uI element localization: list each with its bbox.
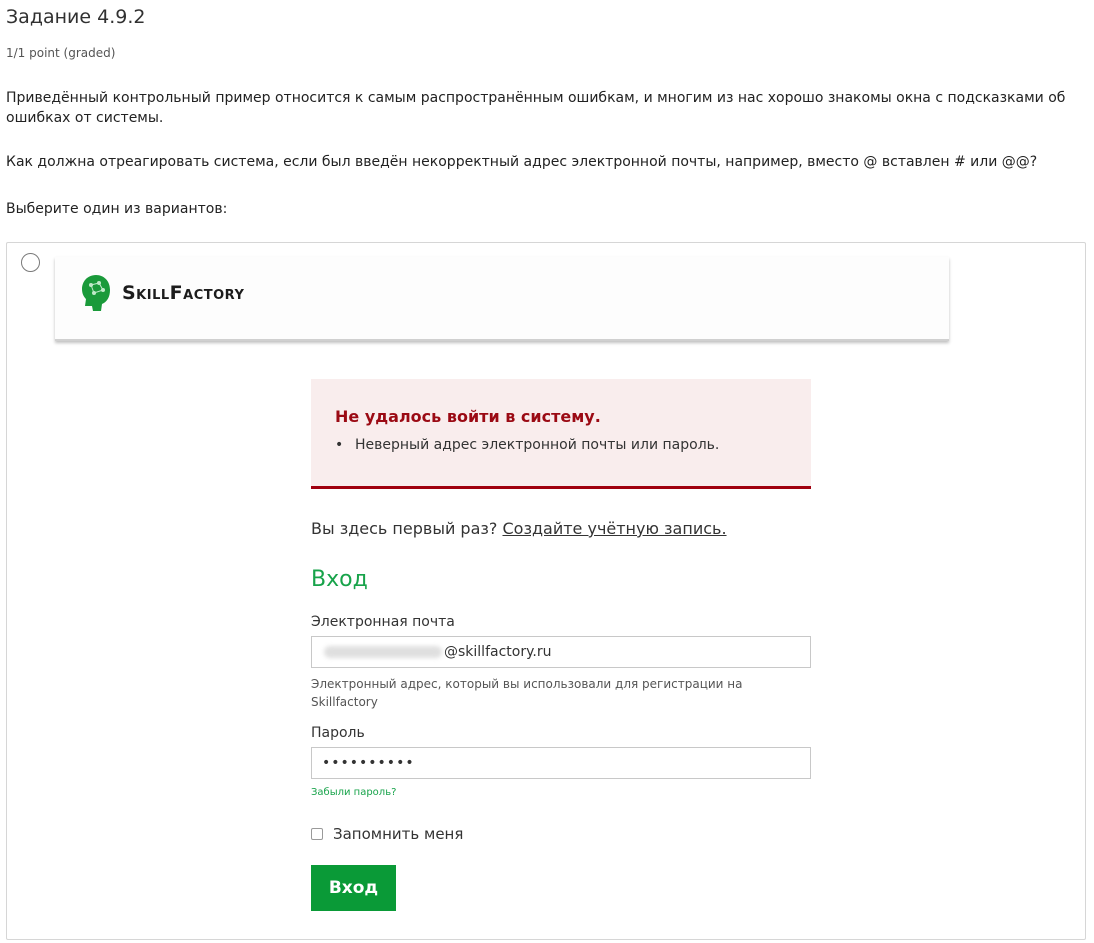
error-title: Не удалось войти в систему. bbox=[335, 407, 601, 426]
question-paragraph-1: Приведённый контрольный пример относится… bbox=[6, 90, 1066, 126]
points-label: 1/1 point (graded) bbox=[6, 46, 116, 60]
error-list-item: • Неверный адрес электронной почты или па… bbox=[335, 437, 719, 453]
password-label: Пароль bbox=[311, 725, 365, 741]
login-heading: Вход bbox=[311, 567, 368, 592]
password-field[interactable]: •••••••••• bbox=[311, 747, 811, 779]
first-time-line: Вы здесь первый раз? Создайте учётную за… bbox=[311, 519, 727, 538]
login-button[interactable]: Вход bbox=[311, 865, 396, 911]
email-hint: Электронный адрес, который вы использова… bbox=[311, 677, 743, 709]
remember-label: Запомнить меня bbox=[333, 825, 464, 843]
blurred-username bbox=[324, 646, 442, 658]
bullet: • bbox=[335, 437, 344, 453]
email-label: Электронная почта bbox=[311, 614, 455, 630]
option-radio[interactable] bbox=[21, 253, 40, 272]
option-screenshot: SkillFactory Не удалось войти в систему.… bbox=[55, 257, 949, 937]
task-title: Задание 4.9.2 bbox=[6, 6, 146, 28]
skillfactory-logo: SkillFactory bbox=[79, 271, 244, 315]
error-alert: Не удалось войти в систему. • Неверный ад… bbox=[311, 379, 811, 489]
forgot-password-link[interactable]: Забыли пароль? bbox=[311, 787, 396, 798]
email-value-domain: @skillfactory.ru bbox=[444, 644, 552, 660]
create-account-link[interactable]: Создайте учётную запись. bbox=[502, 519, 726, 538]
logo-text: SkillFactory bbox=[122, 282, 245, 304]
remember-checkbox[interactable] bbox=[311, 828, 323, 840]
answer-option[interactable]: SkillFactory Не удалось войти в систему.… bbox=[6, 242, 1086, 940]
error-message: Неверный адрес электронной почты или пар… bbox=[355, 437, 720, 453]
email-field[interactable]: @skillfactory.ru bbox=[311, 636, 811, 668]
remember-me[interactable]: Запомнить меня bbox=[311, 825, 463, 843]
brain-head-icon bbox=[82, 275, 110, 311]
site-header: SkillFactory bbox=[55, 257, 949, 341]
password-value: •••••••••• bbox=[322, 755, 415, 771]
choose-prompt: Выберите один из вариантов: bbox=[6, 201, 228, 217]
question-paragraph-2: Как должна отреагировать система, если б… bbox=[6, 154, 1038, 170]
first-time-text: Вы здесь первый раз? bbox=[311, 519, 498, 538]
